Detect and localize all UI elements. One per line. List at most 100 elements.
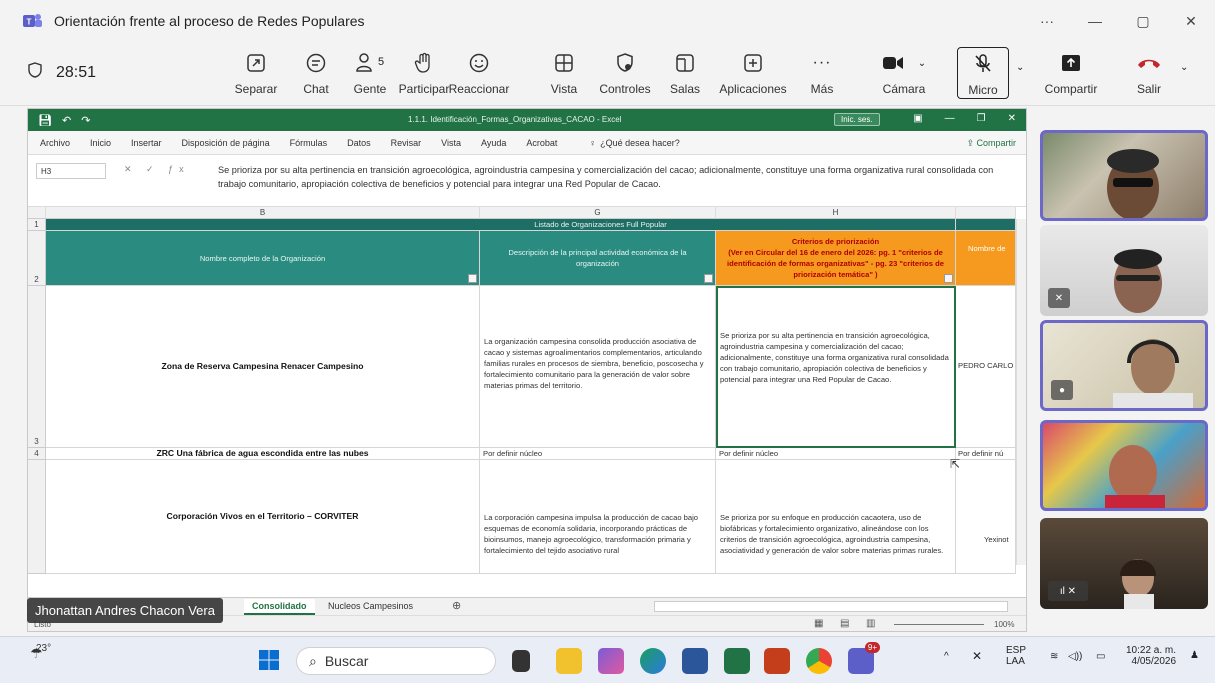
zoom-slider[interactable] (894, 624, 984, 625)
language-indicator[interactable]: ESP LAA (1006, 645, 1026, 667)
save-icon[interactable]: 💾︎ (38, 114, 52, 127)
row-header-1[interactable]: 1 (28, 219, 46, 231)
wifi-icon[interactable]: ≋ (1050, 651, 1058, 662)
table-cell[interactable]: PEDRO CARLO (956, 286, 1016, 448)
participar-button[interactable]: Participar (393, 50, 455, 96)
word-icon[interactable] (682, 648, 708, 674)
sheet-tab-consolidado[interactable]: Consolidado (244, 599, 315, 615)
teams-taskbar-icon[interactable]: 9+ (848, 642, 880, 674)
header-nombre-representante[interactable]: Nombre de (956, 231, 1016, 286)
salir-button[interactable]: Salir (1118, 50, 1180, 96)
row-header-2[interactable]: 2 (28, 231, 46, 286)
column-header-i[interactable] (956, 207, 1016, 219)
menu-inicio[interactable]: Inicio (90, 138, 111, 148)
column-header-g[interactable]: G (480, 207, 716, 219)
menu-vista[interactable]: Vista (441, 138, 461, 148)
chat-button[interactable]: Chat (285, 50, 347, 96)
start-button[interactable] (258, 649, 282, 673)
menu-revisar[interactable]: Revisar (391, 138, 422, 148)
row-header-5[interactable] (28, 460, 46, 574)
menu-disposicion[interactable]: Disposición de página (182, 138, 270, 148)
excel-icon[interactable] (724, 648, 750, 674)
add-sheet-icon[interactable]: ⊕ (452, 599, 461, 612)
mas-button[interactable]: ··· Más (791, 50, 853, 96)
view-normal-icon[interactable]: ▦ (814, 618, 823, 629)
excel-share-button[interactable]: ⇪ Compartir (966, 138, 1016, 149)
maximize-button[interactable]: ▢ (1119, 0, 1167, 42)
battery-icon[interactable]: ▭ (1096, 651, 1105, 662)
reaccionar-button[interactable]: Reaccionar (448, 50, 510, 96)
menu-archivo[interactable]: Archivo (40, 138, 70, 148)
filter-dropdown-icon[interactable] (468, 274, 477, 283)
table-cell[interactable]: Por definir nú (956, 448, 1016, 460)
participant-video-2[interactable]: ✕ (1040, 225, 1208, 316)
header-nombre-organizacion[interactable]: Nombre completo de la Organización (46, 231, 480, 286)
row1-extra[interactable] (956, 219, 1016, 231)
selected-cell-h3[interactable]: Se prioriza por su alta pertinencia en t… (716, 286, 956, 448)
menu-ayuda[interactable]: Ayuda (481, 138, 506, 148)
micro-button[interactable]: Micro (957, 47, 1009, 99)
table-cell[interactable]: Por definir núcleo (716, 448, 956, 460)
salas-button[interactable]: Salas (654, 50, 716, 96)
gente-button[interactable]: 5 Gente (339, 50, 401, 96)
row-header-4[interactable]: 4 (28, 448, 46, 460)
excel-minimize-button[interactable]: — (945, 113, 955, 124)
taskbar-search[interactable]: ⌕ Buscar (296, 647, 496, 675)
vertical-scrollbar[interactable] (1016, 219, 1026, 565)
edge-icon[interactable] (640, 648, 666, 674)
file-explorer-icon[interactable] (556, 648, 582, 674)
row1-title[interactable]: Listado de Organizaciones Full Popular (46, 219, 956, 231)
camara-button[interactable]: ⌄ Cámara (869, 50, 939, 96)
sheet-tab-nucleos[interactable]: Nucleos Campesinos (328, 601, 413, 611)
table-cell[interactable]: ZRC Una fábrica de agua escondida entre … (46, 448, 480, 460)
participant-video-3[interactable]: ● (1040, 320, 1208, 411)
header-descripcion[interactable]: Descripción de la principal actividad ec… (480, 231, 716, 286)
column-header-b[interactable]: B (46, 207, 480, 219)
name-box[interactable]: H3 (36, 163, 106, 179)
horizontal-scrollbar[interactable] (654, 601, 1008, 612)
weather-widget[interactable]: ☂︎ 23° (30, 643, 51, 662)
minimize-button[interactable]: — (1071, 0, 1119, 42)
table-cell[interactable]: Yexinot (956, 460, 1016, 574)
formula-input[interactable]: Se prioriza por su alta pertinencia en t… (218, 163, 998, 191)
controles-button[interactable]: Controles (594, 50, 656, 96)
excel-restore-button[interactable]: ❐ (977, 113, 986, 124)
task-view-icon[interactable] (512, 650, 530, 672)
chevron-down-icon[interactable]: ⌄ (1016, 62, 1024, 73)
vista-button[interactable]: Vista (533, 50, 595, 96)
view-pagebreak-icon[interactable]: ▥ (866, 618, 875, 629)
more-options-icon[interactable]: ··· (1023, 0, 1071, 42)
menu-datos[interactable]: Datos (347, 138, 371, 148)
tell-me-input[interactable]: ¿Qué desea hacer? (600, 138, 680, 148)
participant-video-5[interactable]: ıl ✕ (1040, 518, 1208, 609)
clock[interactable]: 10:22 a. m. 4/05/2026 (1126, 645, 1176, 667)
signin-button[interactable]: Inic. ses. (834, 113, 880, 126)
undo-icon[interactable]: ↶ (62, 114, 71, 127)
menu-acrobat[interactable]: Acrobat (526, 138, 557, 148)
table-cell[interactable]: La corporación campesina impulsa la prod… (480, 460, 716, 574)
menu-insertar[interactable]: Insertar (131, 138, 162, 148)
row-header-3[interactable]: 3 (28, 286, 46, 448)
table-cell[interactable]: Zona de Reserva Campesina Renacer Campes… (46, 286, 480, 448)
volume-icon[interactable]: ◁)) (1068, 651, 1082, 662)
filter-dropdown-icon[interactable] (704, 274, 713, 283)
close-button[interactable]: ✕ (1167, 0, 1215, 42)
compartir-button[interactable]: Compartir (1040, 50, 1102, 96)
participant-video-1[interactable] (1040, 130, 1208, 221)
header-criterios[interactable]: Criterios de priorización (Ver en Circul… (716, 231, 956, 286)
corner-cell[interactable] (28, 207, 46, 219)
filter-dropdown-icon[interactable] (944, 274, 953, 283)
menu-formulas[interactable]: Fórmulas (290, 138, 328, 148)
table-cell[interactable]: La organización campesina consolida prod… (480, 286, 716, 448)
table-cell[interactable]: Corporación Vivos en el Territorio – COR… (46, 460, 480, 574)
table-cell[interactable]: Por definir núcleo (480, 448, 716, 460)
chrome-icon[interactable] (806, 648, 832, 674)
ribbon-display-icon[interactable]: ▣ (913, 113, 922, 124)
separar-button[interactable]: Separar (225, 50, 287, 96)
chevron-up-icon[interactable]: ^ (944, 651, 949, 662)
copilot-icon[interactable] (598, 648, 624, 674)
powerpoint-icon[interactable] (764, 648, 790, 674)
aplicaciones-button[interactable]: Aplicaciones (719, 50, 787, 96)
column-header-h[interactable]: H (716, 207, 956, 219)
table-cell[interactable]: Se prioriza por su enfoque en producción… (716, 460, 956, 574)
